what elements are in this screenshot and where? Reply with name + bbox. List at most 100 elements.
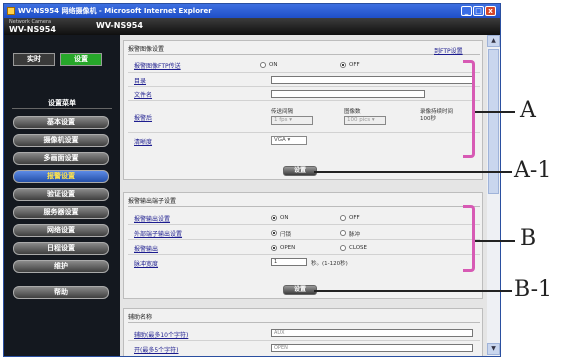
scroll-down-icon[interactable]: ▼ — [487, 343, 500, 355]
menu-divider — [12, 108, 112, 109]
count-heading: 图像数 — [344, 109, 361, 115]
scroll-up-icon[interactable]: ▲ — [487, 35, 500, 47]
ftp-label: 报警图像FTP传送 — [134, 63, 181, 70]
filename-input[interactable] — [271, 90, 425, 98]
nav-camera[interactable]: 摄像机设置 — [13, 134, 109, 147]
trigger-label: 报警输出 — [134, 246, 159, 253]
nav-maintenance[interactable]: 维护 — [13, 260, 109, 273]
vertical-scrollbar[interactable]: ▲ ▼ — [487, 35, 500, 356]
nav-server[interactable]: 服务器设置 — [13, 206, 109, 219]
interval-heading: 传送间隔 — [271, 109, 294, 115]
leader-b1 — [314, 290, 512, 292]
alarm-output-title: 报警输出端子设置 — [128, 196, 480, 207]
ftp-on-radio[interactable] — [260, 62, 266, 68]
aux-row: 辅助(最多10个字符) AUX — [128, 326, 480, 341]
pulse-unit: 秒。(1-120秒) — [311, 261, 348, 267]
leader-a1 — [314, 171, 512, 173]
aux-input[interactable]: AUX — [271, 329, 473, 337]
tab-live[interactable]: 实时 — [13, 53, 55, 66]
setup-sidebar: 实时 设置 设置菜单 基本设置 摄像机设置 多画面设置 报警设置 验证设置 服务… — [4, 35, 120, 356]
resolution-row: 清晰度 VGA ▾ — [128, 133, 480, 148]
ftp-settings-link[interactable]: 到FTP设置 — [434, 46, 463, 55]
ftp-row: 报警图像FTP传送 ON OFF — [128, 57, 480, 73]
nav-auth[interactable]: 验证设置 — [13, 188, 109, 201]
post-alarm-row: 报警后 传送间隔 1 fps ▾ 图像数 100 pics ▾ 录像持续时间 1… — [128, 101, 480, 133]
minimize-button[interactable]: _ — [461, 6, 472, 16]
alarm-image-title: 报警图像设置 — [128, 44, 480, 55]
leader-a — [475, 111, 515, 113]
output-on-radio[interactable] — [271, 215, 277, 221]
trigger-open-label: OPEN — [280, 245, 296, 251]
aux-open-label: 开(最多5个字符) — [134, 347, 179, 354]
trigger-close-radio[interactable] — [340, 245, 346, 251]
filename-row: 文件名 — [128, 87, 480, 101]
directory-label: 目录 — [134, 78, 147, 85]
aux-title: 辅助名称 — [128, 312, 480, 323]
external-label: 外部端子输出设置 — [134, 231, 183, 238]
directory-row: 目录 — [128, 73, 480, 87]
nav-multiscreen[interactable]: 多画面设置 — [13, 152, 109, 165]
nav-alarm[interactable]: 报警设置 — [13, 170, 109, 183]
external-latch-label: 闩锁 — [280, 232, 292, 238]
output-row: 报警输出设置 ON OFF — [128, 210, 480, 225]
window-title-bar: WV-NS954 网络摄像机 - Microsoft Internet Expl… — [4, 4, 500, 18]
pulse-label: 脉冲宽度 — [134, 261, 159, 268]
setup-menu-title: 设置菜单 — [48, 99, 76, 107]
callout-a1: A-1 — [514, 158, 552, 183]
alarm-image-panel: 报警图像设置 到FTP设置 报警图像FTP传送 ON OFF 目录 文件名 报警… — [123, 40, 483, 180]
output-off-radio[interactable] — [340, 215, 346, 221]
output-off-label: OFF — [349, 215, 360, 221]
aux-open-input[interactable]: OPEN — [271, 344, 473, 352]
interval-select[interactable]: 1 fps ▾ — [271, 116, 313, 125]
trigger-close-label: CLOSE — [349, 245, 368, 251]
directory-input[interactable] — [271, 76, 473, 84]
aux-name-panel: 辅助名称 辅助(最多10个字符) AUX 开(最多5个字符) OPEN — [123, 308, 483, 356]
alarm-output-set-button[interactable]: 设置 — [283, 285, 317, 295]
maximize-button[interactable]: □ — [473, 6, 484, 16]
callout-b: B — [520, 226, 537, 251]
external-latch-radio[interactable] — [271, 230, 277, 236]
page-model-title: WV-NS954 — [96, 21, 143, 30]
camera-header: Network Camera WV-NS954 WV-NS954 — [4, 18, 500, 35]
ftp-on-label: ON — [269, 62, 278, 68]
resolution-label: 清晰度 — [134, 139, 153, 146]
nav-schedule[interactable]: 日程设置 — [13, 242, 109, 255]
bracket-a — [463, 60, 475, 158]
settings-content: 报警图像设置 到FTP设置 报警图像FTP传送 ON OFF 目录 文件名 报警… — [120, 35, 487, 356]
nav-help[interactable]: 帮助 — [13, 286, 109, 299]
pulse-row: 脉冲宽度 1 秒。(1-120秒) — [128, 255, 480, 270]
output-label: 报警输出设置 — [134, 216, 171, 223]
ftp-off-label: OFF — [349, 62, 360, 68]
trigger-open-radio[interactable] — [271, 245, 277, 251]
external-pulse-label: 脉冲 — [349, 232, 361, 238]
post-alarm-label: 报警后 — [134, 115, 153, 122]
trigger-row: 报警输出 OPEN CLOSE — [128, 240, 480, 255]
window-title: WV-NS954 网络摄像机 - Microsoft Internet Expl… — [18, 7, 212, 15]
external-pulse-radio[interactable] — [340, 230, 346, 236]
nav-basic[interactable]: 基本设置 — [13, 116, 109, 129]
callout-b1: B-1 — [514, 277, 553, 302]
tab-setup[interactable]: 设置 — [60, 53, 102, 66]
count-value: 100 pics — [347, 117, 371, 123]
external-row: 外部端子输出设置 闩锁 脉冲 — [128, 225, 480, 240]
count-select[interactable]: 100 pics ▾ — [344, 116, 386, 125]
callout-a: A — [520, 98, 536, 123]
interval-value: 1 fps — [274, 117, 288, 123]
leader-b — [475, 240, 515, 242]
aux-label: 辅助(最多10个字符) — [134, 332, 189, 339]
ie-icon — [7, 7, 15, 15]
aux-open-row: 开(最多5个字符) OPEN — [128, 341, 480, 356]
nav-network[interactable]: 网络设置 — [13, 224, 109, 237]
filename-label: 文件名 — [134, 92, 153, 99]
bracket-b — [463, 205, 475, 272]
pulse-input[interactable]: 1 — [271, 258, 307, 266]
browser-window: WV-NS954 网络摄像机 - Microsoft Internet Expl… — [3, 3, 501, 357]
output-on-label: ON — [280, 215, 289, 221]
resolution-value: VGA — [274, 137, 286, 143]
ftp-off-radio[interactable] — [340, 62, 346, 68]
camera-model: WV-NS954 — [9, 25, 56, 34]
alarm-image-set-button[interactable]: 设置 — [283, 166, 317, 176]
close-button[interactable]: x — [485, 6, 496, 16]
resolution-select[interactable]: VGA ▾ — [271, 136, 307, 145]
record-value: 100秒 — [420, 116, 436, 122]
